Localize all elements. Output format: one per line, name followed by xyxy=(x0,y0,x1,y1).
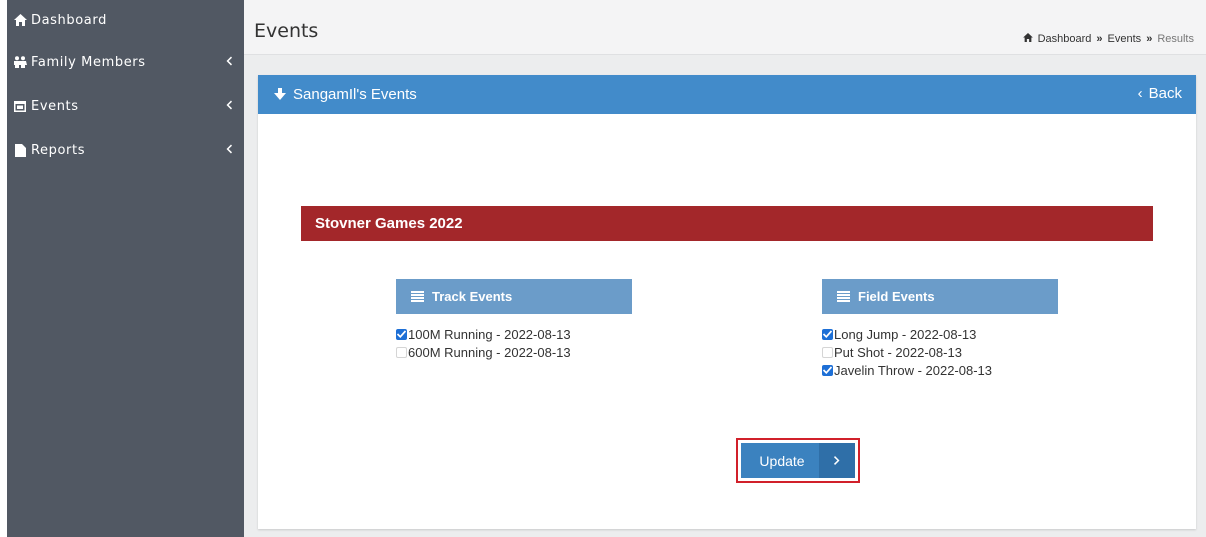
event-checkbox[interactable] xyxy=(822,364,833,376)
list-item: 100M Running - 2022-08-13 xyxy=(396,325,632,343)
sidebar-item-label: Dashboard xyxy=(31,12,107,28)
sidebar: Dashboard Family Members Events Reports xyxy=(7,0,244,537)
event-label: Long Jump - 2022-08-13 xyxy=(834,326,977,342)
back-button[interactable]: ‹ Back xyxy=(1138,85,1182,102)
home-icon xyxy=(1022,33,1033,45)
event-label: 600M Running - 2022-08-13 xyxy=(408,344,571,360)
list-item: Put Shot - 2022-08-13 xyxy=(822,343,1058,361)
chevron-left-icon: ‹ xyxy=(1137,85,1143,102)
update-label: Update xyxy=(759,452,805,469)
panel-heading: SangamIl's Events ‹ Back xyxy=(258,75,1196,114)
list-icon xyxy=(411,291,424,302)
list-item: 600M Running - 2022-08-13 xyxy=(396,343,632,361)
chevron-left-icon xyxy=(226,143,232,158)
sidebar-item-label: Reports xyxy=(31,142,86,158)
event-checkbox[interactable] xyxy=(822,346,833,358)
update-button[interactable]: Update xyxy=(741,443,855,478)
hand-down-icon xyxy=(273,88,287,101)
track-events-column: Track Events 100M Running - 2022-08-13 6… xyxy=(396,279,632,361)
events-panel: SangamIl's Events ‹ Back Stovner Games 2… xyxy=(258,75,1196,529)
page-title: Events xyxy=(254,20,319,42)
chevron-left-icon xyxy=(226,55,232,70)
list-item: Long Jump - 2022-08-13 xyxy=(822,325,1058,343)
page-header: Events Dashboard » Events » Results xyxy=(244,0,1206,55)
chevron-left-icon xyxy=(226,99,232,114)
update-button-highlight: Update xyxy=(736,438,860,483)
breadcrumb: Dashboard » Events » Results xyxy=(1022,33,1194,45)
event-checkbox[interactable] xyxy=(822,328,833,340)
event-label: 100M Running - 2022-08-13 xyxy=(408,326,571,342)
back-label: Back xyxy=(1148,85,1182,102)
panel-title: SangamIl's Events xyxy=(293,86,417,103)
field-events-column: Field Events Long Jump - 2022-08-13 Put … xyxy=(822,279,1058,379)
calendar-icon xyxy=(13,100,27,112)
home-icon xyxy=(13,14,27,26)
breadcrumb-separator: » xyxy=(1146,33,1153,45)
event-label: Put Shot - 2022-08-13 xyxy=(834,344,962,360)
list-icon xyxy=(837,291,850,302)
field-events-list: Long Jump - 2022-08-13 Put Shot - 2022-0… xyxy=(822,325,1058,379)
chevron-right-icon xyxy=(819,443,855,478)
event-checkbox[interactable] xyxy=(396,328,407,340)
games-title-bar: Stovner Games 2022 xyxy=(301,206,1153,241)
file-icon xyxy=(13,143,27,157)
main-content: Events Dashboard » Events » Results Sang… xyxy=(244,0,1206,537)
games-title: Stovner Games 2022 xyxy=(315,215,463,232)
field-events-title: Field Events xyxy=(858,289,935,304)
breadcrumb-events-link[interactable]: Events xyxy=(1108,33,1142,45)
field-events-heading: Field Events xyxy=(822,279,1058,314)
sidebar-item-label: Events xyxy=(31,98,79,114)
track-events-heading: Track Events xyxy=(396,279,632,314)
track-events-title: Track Events xyxy=(432,289,513,304)
sidebar-item-events[interactable]: Events xyxy=(7,84,244,128)
event-label: Javelin Throw - 2022-08-13 xyxy=(834,362,993,378)
sidebar-item-family-members[interactable]: Family Members xyxy=(7,40,244,84)
sidebar-item-dashboard[interactable]: Dashboard xyxy=(7,0,244,40)
sidebar-item-label: Family Members xyxy=(31,54,146,70)
breadcrumb-separator: » xyxy=(1096,33,1103,45)
breadcrumb-current: Results xyxy=(1157,33,1194,45)
track-events-list: 100M Running - 2022-08-13 600M Running -… xyxy=(396,325,632,361)
breadcrumb-dashboard-link[interactable]: Dashboard xyxy=(1038,33,1092,45)
event-checkbox[interactable] xyxy=(396,346,407,358)
list-item: Javelin Throw - 2022-08-13 xyxy=(822,361,1058,379)
family-icon xyxy=(13,56,27,68)
sidebar-item-reports[interactable]: Reports xyxy=(7,128,244,172)
